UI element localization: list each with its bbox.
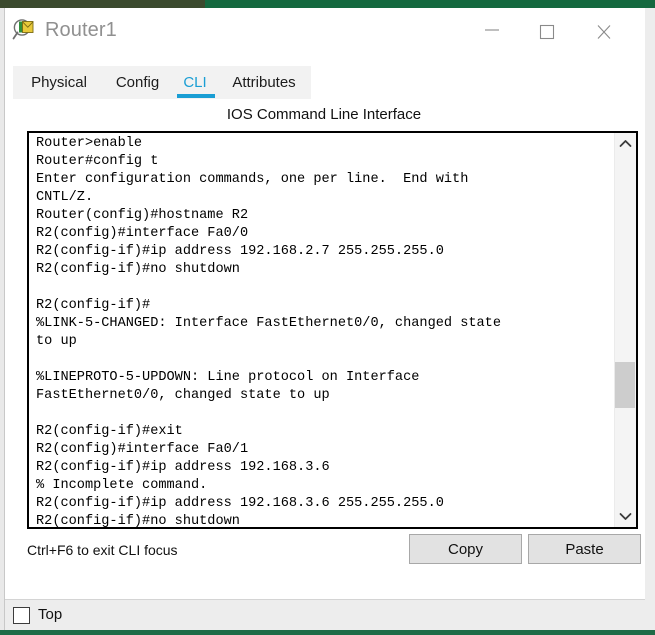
- minimize-icon: [485, 29, 499, 31]
- top-checkbox[interactable]: [13, 607, 30, 624]
- tab-config[interactable]: Config: [105, 66, 170, 99]
- desktop-top-dark-segment: [0, 0, 205, 8]
- minimize-button[interactable]: [469, 8, 515, 53]
- panel-title: IOS Command Line Interface: [226, 106, 422, 123]
- close-icon: [597, 25, 611, 39]
- cli-scrollbar[interactable]: [614, 133, 636, 527]
- scrollbar-thumb[interactable]: [615, 362, 635, 408]
- close-button[interactable]: [581, 8, 627, 53]
- cli-terminal[interactable]: Router>enable Router#config t Enter conf…: [27, 131, 638, 529]
- chevron-down-icon: [619, 513, 632, 520]
- router-magnifier-icon: [12, 18, 38, 44]
- active-tab-indicator: [177, 94, 215, 98]
- window-bottom-bar: Top: [5, 599, 645, 630]
- cli-terminal-text: Router>enable Router#config t Enter conf…: [36, 136, 501, 529]
- desktop-top-stripe: [0, 0, 655, 8]
- device-tab-bar: Physical Config CLI Attributes: [13, 66, 311, 99]
- cli-focus-hint: Ctrl+F6 to exit CLI focus: [27, 542, 178, 558]
- chevron-up-icon: [619, 140, 632, 147]
- window-title: Router1: [45, 19, 117, 41]
- desktop-bottom-stripe: [0, 630, 655, 635]
- paste-button[interactable]: Paste: [528, 534, 641, 564]
- cli-panel: IOS Command Line Interface Router>enable…: [13, 99, 645, 600]
- scroll-down-button[interactable]: [615, 506, 636, 527]
- router-cli-window: Router1 Physical Config CLI Attributes I…: [5, 8, 645, 630]
- top-checkbox-label: Top: [38, 606, 63, 623]
- maximize-icon: [539, 24, 555, 40]
- scroll-up-button[interactable]: [615, 133, 636, 154]
- copy-button[interactable]: Copy: [409, 534, 522, 564]
- tab-attributes[interactable]: Attributes: [221, 66, 307, 99]
- maximize-button[interactable]: [524, 8, 570, 53]
- desktop-right-gutter: [645, 8, 655, 630]
- tab-physical[interactable]: Physical: [19, 66, 99, 99]
- title-bar: Router1: [5, 8, 645, 53]
